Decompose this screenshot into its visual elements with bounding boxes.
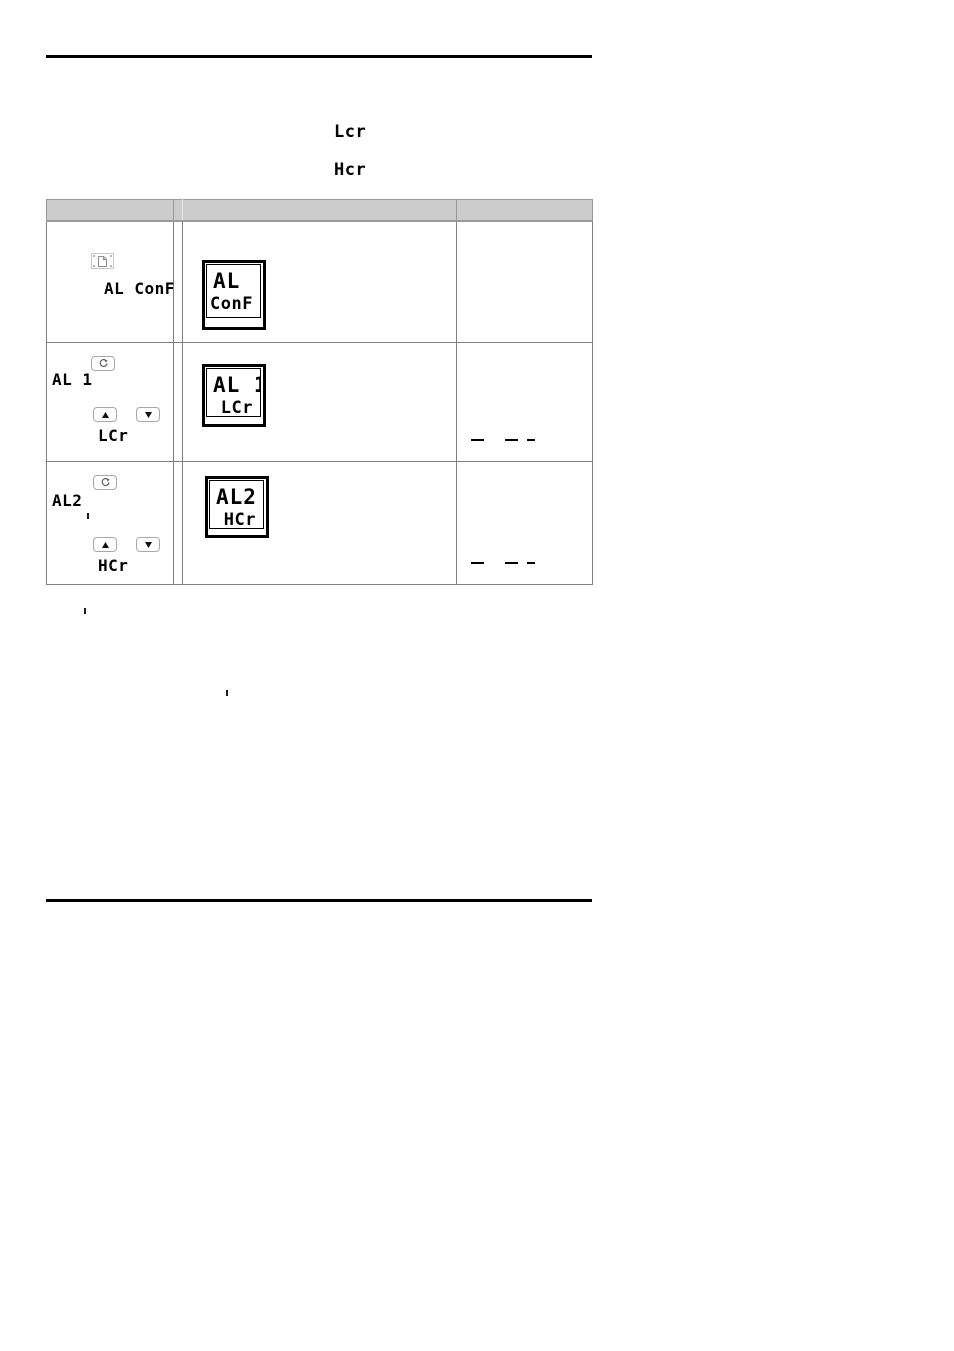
- header-cell-range: [456, 199, 593, 222]
- lcd-line-1: AL: [213, 269, 241, 293]
- row-key-sublabel-hcr: HCr: [98, 556, 129, 575]
- table-header-row: [46, 199, 593, 222]
- dash-mark: [527, 439, 535, 441]
- stray-mark: [226, 690, 228, 696]
- dash-mark: [505, 439, 518, 441]
- lcd-line-1: AL2: [216, 485, 257, 509]
- row-gap-cell-3: [173, 461, 183, 585]
- stray-mark: [87, 513, 89, 519]
- row-display-cell-al-1: AL 1 LCr: [182, 342, 457, 462]
- down-arrow-icon[interactable]: [136, 537, 160, 552]
- up-arrow-icon[interactable]: [93, 407, 117, 422]
- header-cell-key: [46, 199, 174, 222]
- dash-mark: [505, 562, 518, 564]
- lcd-display-al-1: AL 1 LCr: [202, 364, 266, 427]
- lcd-display-al-conf: AL ConF: [202, 260, 266, 330]
- lcd-line-2: LCr: [220, 398, 253, 417]
- bottom-horizontal-rule: [46, 899, 592, 902]
- row-display-cell-al-2: AL2 HCr: [182, 461, 457, 585]
- lcd-line-2: HCr: [223, 510, 256, 529]
- header-cell-gap: [173, 199, 183, 222]
- stray-mark: [84, 608, 86, 614]
- table-row: AL ConF AL ConF: [46, 220, 593, 343]
- row-key-sublabel-lcr: LCr: [98, 426, 129, 445]
- alarm-parameter-table: AL ConF AL ConF AL 1 LCr AL LCr AL2 HCr …: [46, 199, 593, 585]
- lcd-display-al-2: AL2 HCr: [205, 476, 269, 538]
- lcd-line-2: ConF: [210, 294, 253, 314]
- header-cell-display: [182, 199, 457, 222]
- table-row: AL2 HCr AL2 HCr: [46, 461, 593, 585]
- dash-mark: [471, 439, 484, 441]
- image-placeholder-icon: [91, 253, 114, 269]
- row-key-cell-al-conf: AL ConF: [46, 220, 175, 343]
- range-dashes: [471, 439, 535, 441]
- row-key-label-al-2: AL2: [52, 491, 83, 510]
- row-range-cell-al-conf: [456, 220, 593, 343]
- row-display-cell-al-conf: AL ConF: [182, 220, 457, 343]
- down-arrow-icon[interactable]: [136, 407, 160, 422]
- row-key-label-al-1: AL 1: [52, 370, 93, 389]
- dash-mark: [527, 562, 535, 564]
- row-key-cell-al-1: AL 1 LCr: [46, 342, 174, 462]
- row-range-cell-al-1: [456, 342, 593, 462]
- top-horizontal-rule: [46, 55, 592, 58]
- row-key-label-al-conf: AL ConF: [104, 279, 175, 298]
- dash-mark: [471, 562, 484, 564]
- row-range-cell-al-2: [456, 461, 593, 585]
- lcd-line-1: AL 1: [213, 373, 260, 397]
- loop-arrow-icon[interactable]: [91, 356, 115, 371]
- row-gap-cell-2: [173, 342, 183, 462]
- range-dashes: [471, 562, 535, 564]
- up-arrow-icon[interactable]: [93, 537, 117, 552]
- table-row: AL 1 LCr AL LCr: [46, 342, 593, 462]
- high-alarm-code-label: Hcr: [334, 160, 367, 180]
- low-alarm-code-label: Lcr: [334, 122, 367, 142]
- row-key-cell-al-2: AL2 HCr: [46, 461, 174, 585]
- loop-arrow-icon[interactable]: [93, 475, 117, 490]
